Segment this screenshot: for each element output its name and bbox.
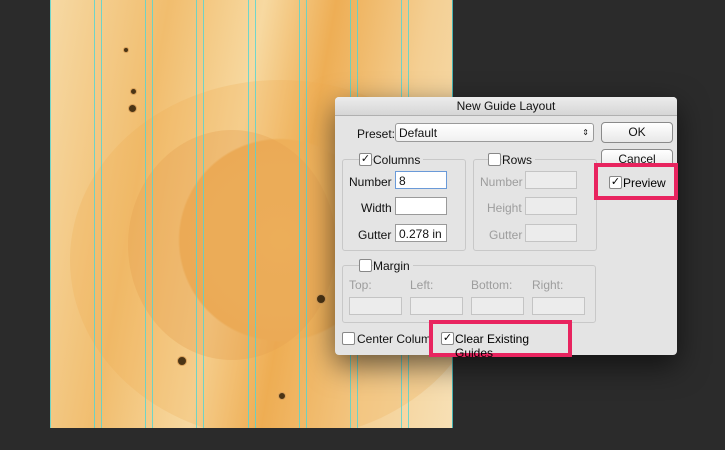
margin-right-label: Right:	[532, 278, 564, 292]
clear-guides-label: Clear Existing Guides	[455, 332, 530, 360]
dialog-title: New Guide Layout	[335, 97, 677, 116]
center-columns-checkbox[interactable]	[342, 332, 355, 345]
bubble	[278, 392, 286, 400]
updown-icon: ⇕	[582, 128, 589, 137]
guide-line	[152, 0, 153, 428]
guide-line	[306, 0, 307, 428]
margin-left-input[interactable]	[410, 297, 463, 315]
new-guide-layout-dialog: New Guide Layout Preset: Default ⇕ OK Can…	[335, 97, 677, 355]
preview-label: Preview	[623, 176, 666, 190]
guide-line	[50, 0, 51, 428]
preset-value: Default	[399, 126, 438, 140]
columns-gutter-label: Gutter	[358, 228, 392, 242]
rows-number-input[interactable]	[525, 171, 577, 189]
rows-checkbox[interactable]	[488, 153, 501, 166]
guide-line	[196, 0, 197, 428]
bubble	[123, 47, 129, 53]
preset-label: Preset:	[357, 127, 396, 141]
margin-top-input[interactable]	[349, 297, 402, 315]
rows-number-label: Number	[480, 175, 523, 189]
guide-line	[94, 0, 95, 428]
margin-left-label: Left:	[410, 278, 434, 292]
clear-guides-highlight: ✓ Clear Existing Guides	[429, 320, 572, 360]
preset-select[interactable]: Default ⇕	[395, 123, 594, 142]
guide-line	[145, 0, 146, 428]
rows-label: Rows	[502, 153, 536, 167]
margin-checkbox[interactable]	[359, 259, 372, 272]
bubble	[177, 356, 187, 366]
preview-highlight: ✓ Preview	[594, 163, 678, 200]
guide-line	[248, 0, 249, 428]
columns-gutter-input[interactable]: 0.278 in	[395, 224, 447, 242]
margin-bottom-input[interactable]	[471, 297, 524, 315]
guide-line	[299, 0, 300, 428]
rows-height-input[interactable]	[525, 197, 577, 215]
rows-gutter-label: Gutter	[489, 228, 523, 242]
columns-width-input[interactable]	[395, 197, 447, 215]
preview-checkbox[interactable]: ✓	[609, 176, 622, 189]
columns-number-input[interactable]: 8	[395, 171, 447, 189]
bubble	[316, 294, 326, 304]
columns-checkbox[interactable]: ✓	[359, 153, 372, 166]
rows-gutter-input[interactable]	[525, 224, 577, 242]
image-disc	[128, 130, 336, 360]
rows-height-label: Height	[487, 201, 522, 215]
columns-number-label: Number	[349, 175, 392, 189]
margin-label: Margin	[373, 259, 413, 273]
columns-label: Columns	[373, 153, 424, 167]
columns-width-label: Width	[361, 201, 392, 215]
margin-top-label: Top:	[349, 278, 372, 292]
guide-line	[101, 0, 102, 428]
margin-right-input[interactable]	[532, 297, 585, 315]
bubble	[130, 88, 137, 95]
guide-line	[255, 0, 256, 428]
margin-bottom-label: Bottom:	[471, 278, 513, 292]
guide-line	[203, 0, 204, 428]
bubble	[128, 104, 137, 113]
clear-guides-checkbox[interactable]: ✓	[441, 332, 454, 345]
ok-button[interactable]: OK	[601, 122, 673, 143]
